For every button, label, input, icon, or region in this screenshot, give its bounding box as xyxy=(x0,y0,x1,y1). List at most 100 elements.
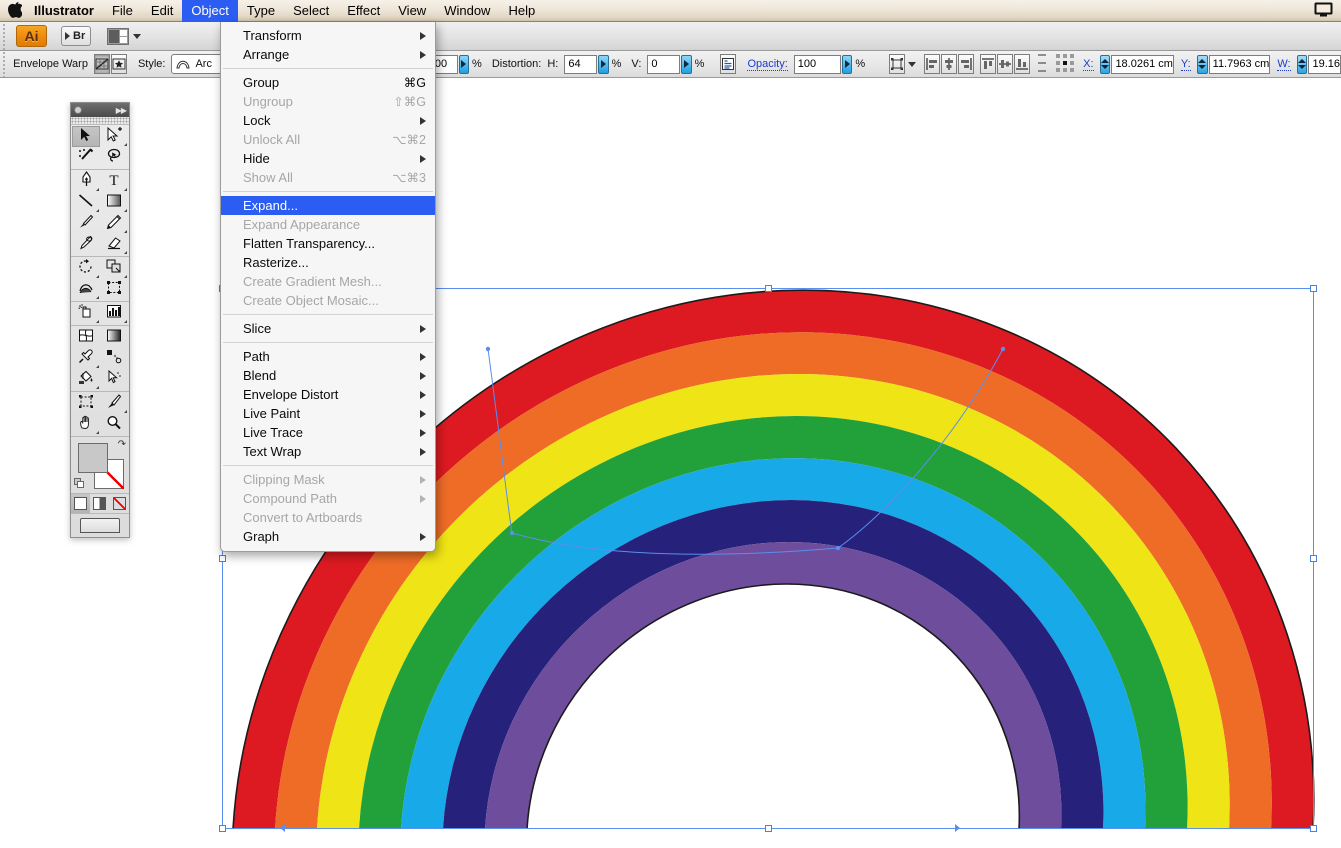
menu-item-text-wrap[interactable]: Text Wrap xyxy=(221,442,435,461)
slice-tool[interactable] xyxy=(100,393,128,414)
artboard-tool[interactable] xyxy=(72,393,100,414)
menu-item-graph[interactable]: Graph xyxy=(221,527,435,546)
align-center-h-icon[interactable] xyxy=(941,54,958,74)
x-input[interactable]: 18.0261 cm xyxy=(1111,54,1174,74)
hand-tool[interactable] xyxy=(72,414,100,435)
live-paint-selection-tool[interactable] xyxy=(100,369,128,390)
tools-panel-header[interactable]: ▶▶ xyxy=(71,103,129,117)
handle-middle-right[interactable] xyxy=(1310,555,1317,562)
envelope-options-icon[interactable] xyxy=(110,54,127,74)
opacity-spin-button[interactable] xyxy=(842,54,853,74)
bend-spin-button[interactable] xyxy=(458,54,470,74)
menu-item-live-paint[interactable]: Live Paint xyxy=(221,404,435,423)
x-stepper[interactable] xyxy=(1099,54,1111,74)
align-right-icon[interactable] xyxy=(958,54,975,74)
mesh-tool[interactable] xyxy=(72,327,100,348)
gradient-tool[interactable] xyxy=(100,327,128,348)
width-tool[interactable] xyxy=(72,279,100,300)
reset-envelope-icon[interactable] xyxy=(93,54,110,74)
go-to-bridge-button[interactable]: Br xyxy=(61,26,92,46)
default-fill-stroke-icon[interactable] xyxy=(74,478,85,489)
swap-fill-stroke-icon[interactable]: ↷ xyxy=(118,439,126,450)
rainbow-arc-artwork[interactable] xyxy=(0,78,1341,848)
direct-selection-tool[interactable] xyxy=(100,126,128,147)
menu-item-flatten-transparency[interactable]: Flatten Transparency... xyxy=(221,234,435,253)
menu-item-blend[interactable]: Blend xyxy=(221,366,435,385)
menu-item-envelope-distort[interactable]: Envelope Distort xyxy=(221,385,435,404)
apple-logo-icon[interactable] xyxy=(0,2,30,19)
blend-tool[interactable] xyxy=(100,348,128,369)
mac-menu-bar[interactable]: Illustrator File Edit Object Type Select Effec… xyxy=(0,0,1341,22)
menubar-item-object[interactable]: Object xyxy=(182,0,238,22)
menu-bar-status-area[interactable] xyxy=(1314,2,1341,20)
collapse-panel-icon[interactable]: ▶▶ xyxy=(116,106,127,115)
menubar-item-select[interactable]: Select xyxy=(284,0,338,22)
line-segment-tool[interactable] xyxy=(72,192,100,213)
menubar-item-effect[interactable]: Effect xyxy=(338,0,389,22)
eyedropper-tool[interactable] xyxy=(72,348,100,369)
tools-panel-grip[interactable] xyxy=(71,117,129,125)
y-input[interactable]: 11.7963 cm xyxy=(1208,54,1271,74)
w-label[interactable]: W: xyxy=(1277,58,1291,71)
menu-item-live-trace[interactable]: Live Trace xyxy=(221,423,435,442)
x-label[interactable]: X: xyxy=(1083,58,1094,71)
y-label[interactable]: Y: xyxy=(1180,58,1191,71)
gradient-mode-button[interactable] xyxy=(90,494,109,513)
scale-tool[interactable] xyxy=(100,258,128,279)
document-canvas[interactable] xyxy=(0,78,1341,848)
zoom-tool[interactable] xyxy=(100,414,128,435)
menu-item-slice[interactable]: Slice xyxy=(221,319,435,338)
handle-middle-left[interactable] xyxy=(219,555,226,562)
none-mode-button[interactable] xyxy=(110,494,129,513)
tools-panel[interactable]: ▶▶ T ↷ xyxy=(70,102,130,538)
align-left-icon[interactable] xyxy=(924,54,941,74)
controlbar-grip[interactable] xyxy=(0,51,8,77)
menu-item-lock[interactable]: Lock xyxy=(221,111,435,130)
column-graph-tool[interactable] xyxy=(100,303,128,324)
distortion-h-spin-button[interactable] xyxy=(598,54,609,74)
free-transform-tool[interactable] xyxy=(100,279,128,300)
distortion-v-spin-button[interactable] xyxy=(681,54,692,74)
lasso-tool[interactable] xyxy=(100,147,128,168)
screen-mode-button[interactable] xyxy=(71,514,129,537)
menu-item-transform[interactable]: Transform xyxy=(221,26,435,45)
align-middle-v-icon[interactable] xyxy=(997,54,1014,74)
menubar-item-window[interactable]: Window xyxy=(435,0,499,22)
fill-mode-buttons[interactable] xyxy=(71,493,129,514)
rotate-tool[interactable] xyxy=(72,258,100,279)
control-options-bar[interactable]: Envelope Warp Style: Arc nd: 100 xyxy=(0,51,1341,78)
menubar-item-help[interactable]: Help xyxy=(499,0,544,22)
w-stepper[interactable] xyxy=(1296,54,1308,74)
ai-logo-icon[interactable]: Ai xyxy=(16,25,47,47)
envelope-options-panel-icon[interactable] xyxy=(720,54,737,74)
align-bottom-icon[interactable] xyxy=(1014,54,1031,74)
handle-bottom-center[interactable] xyxy=(765,825,772,832)
handle-top-right[interactable] xyxy=(1310,285,1317,292)
application-bar[interactable]: Ai Br xyxy=(0,21,1341,51)
distribute-icon[interactable] xyxy=(1037,53,1047,76)
symbol-sprayer-tool[interactable] xyxy=(72,303,100,324)
menu-item-hide[interactable]: Hide xyxy=(221,149,435,168)
eraser-tool[interactable] xyxy=(100,234,128,255)
menubar-item-file[interactable]: File xyxy=(103,0,142,22)
rectangle-tool[interactable] xyxy=(100,192,128,213)
color-mode-button[interactable] xyxy=(71,494,91,513)
opacity-label[interactable]: Opacity: xyxy=(747,58,788,71)
menubar-item-type[interactable]: Type xyxy=(238,0,284,22)
y-stepper[interactable] xyxy=(1196,54,1208,74)
paintbrush-tool[interactable] xyxy=(72,213,100,234)
menubar-item-view[interactable]: View xyxy=(389,0,435,22)
menubar-item-edit[interactable]: Edit xyxy=(142,0,182,22)
selection-tool[interactable] xyxy=(72,126,100,147)
handle-bottom-left[interactable] xyxy=(219,825,226,832)
reference-point-icon[interactable] xyxy=(1055,53,1077,76)
type-tool[interactable]: T xyxy=(100,171,128,192)
pencil-tool[interactable] xyxy=(100,213,128,234)
menubar-item-illustrator[interactable]: Illustrator xyxy=(30,0,103,22)
w-input[interactable]: 19.16 xyxy=(1308,54,1341,74)
menu-item-group[interactable]: Group ⌘G xyxy=(221,73,435,92)
transform-panel-icon[interactable] xyxy=(889,54,906,74)
menu-item-path[interactable]: Path xyxy=(221,347,435,366)
fill-stroke-swatches[interactable]: ↷ xyxy=(71,437,129,493)
tools-panel-close-icon[interactable] xyxy=(74,106,82,114)
